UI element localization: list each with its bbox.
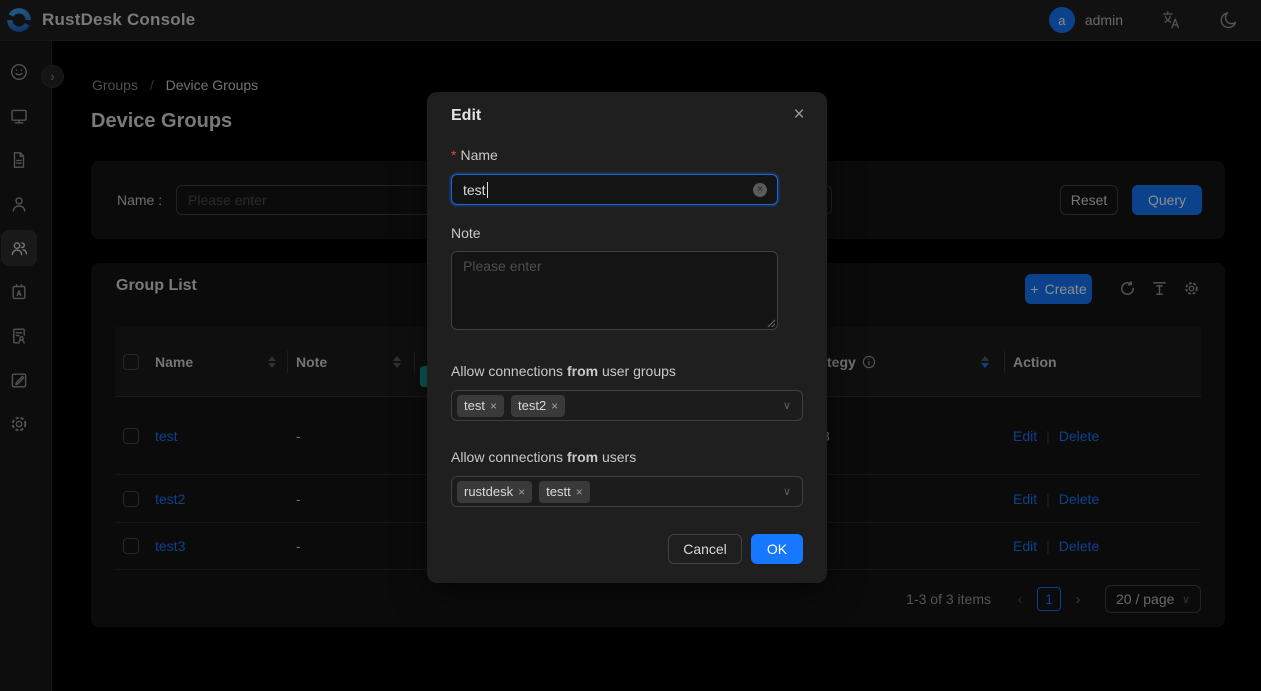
name-input-value: test bbox=[463, 182, 486, 198]
chevron-down-icon: ∨ bbox=[783, 485, 791, 498]
ok-button[interactable]: OK bbox=[751, 534, 803, 564]
note-field-label: Note bbox=[451, 225, 481, 241]
tag-close-icon[interactable]: × bbox=[490, 399, 497, 413]
tag-item: test × bbox=[457, 395, 504, 417]
text-cursor bbox=[487, 182, 488, 198]
chevron-down-icon: ∨ bbox=[783, 399, 791, 412]
user-groups-label: Allow connections from user groups bbox=[451, 363, 676, 379]
clear-input-icon[interactable]: × bbox=[753, 183, 767, 197]
dialog-title: Edit bbox=[451, 107, 481, 125]
users-select[interactable]: rustdesk × testt × ∨ bbox=[451, 476, 803, 507]
name-input[interactable]: test × bbox=[451, 174, 778, 205]
name-field-label: *Name bbox=[451, 147, 498, 163]
edit-dialog: Edit × *Name test × Note Please enter Al… bbox=[427, 92, 827, 583]
tag-item: rustdesk × bbox=[457, 481, 532, 503]
users-label: Allow connections from users bbox=[451, 449, 636, 465]
note-textarea[interactable]: Please enter bbox=[451, 251, 778, 330]
tag-label: testt bbox=[546, 484, 571, 499]
note-placeholder: Please enter bbox=[463, 258, 542, 274]
tag-close-icon[interactable]: × bbox=[551, 399, 558, 413]
tag-label: test2 bbox=[518, 398, 546, 413]
tag-item: testt × bbox=[539, 481, 590, 503]
tag-item: test2 × bbox=[511, 395, 565, 417]
rustdesk-console-screen: RustDesk Console a admin bbox=[0, 0, 1261, 691]
tag-close-icon[interactable]: × bbox=[576, 485, 583, 499]
close-icon[interactable]: × bbox=[787, 103, 811, 127]
tag-label: rustdesk bbox=[464, 484, 513, 499]
resize-handle[interactable] bbox=[765, 317, 775, 327]
cancel-button[interactable]: Cancel bbox=[668, 534, 742, 564]
tag-label: test bbox=[464, 398, 485, 413]
user-groups-select[interactable]: test × test2 × ∨ bbox=[451, 390, 803, 421]
tag-close-icon[interactable]: × bbox=[518, 485, 525, 499]
required-asterisk: * bbox=[451, 147, 456, 163]
